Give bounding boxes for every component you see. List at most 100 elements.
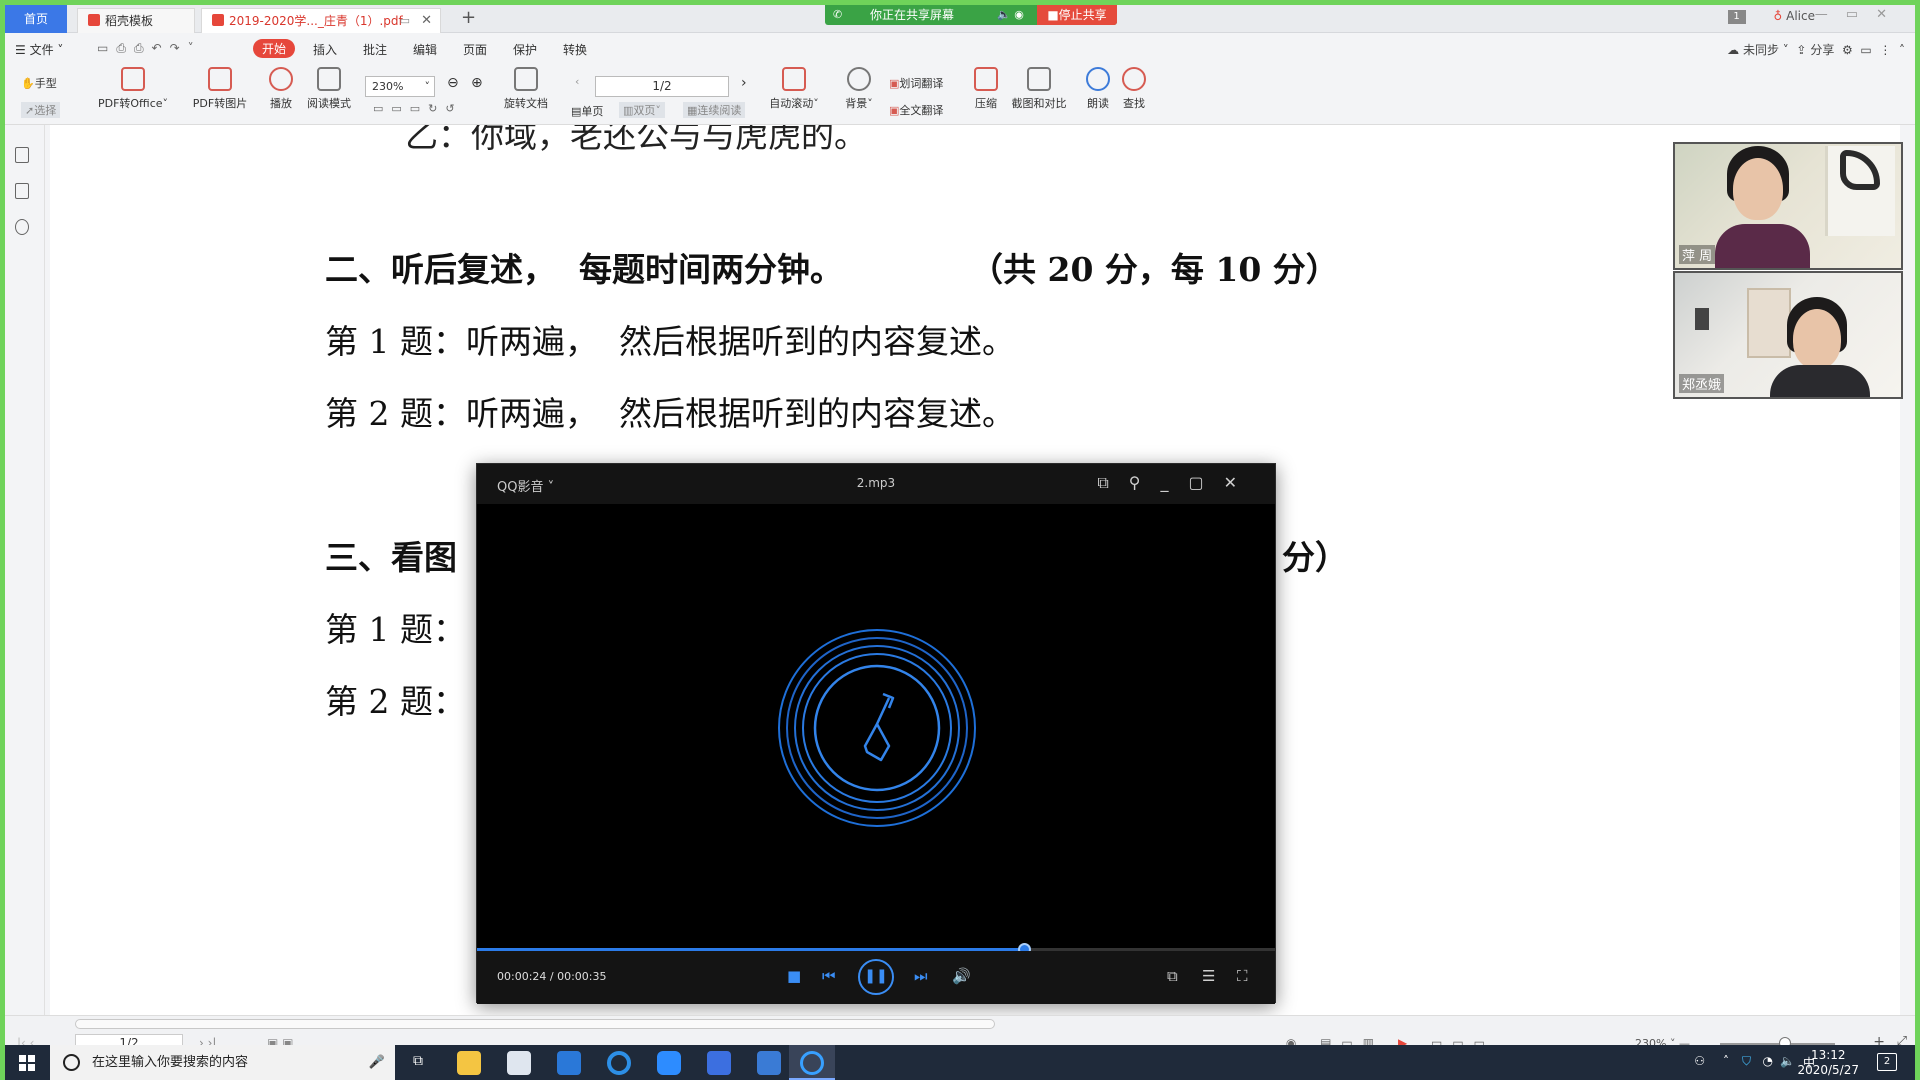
annotation-icon[interactable] [15,219,29,235]
taskbar-search-box[interactable]: 在这里输入你要搜索的内容 🎤 [50,1045,395,1080]
tray-expand-icon[interactable]: ˄ [1723,1054,1729,1068]
player-visualizer-area[interactable] [477,504,1275,908]
menu-file[interactable]: ☰ 文件 ˅ [15,41,63,58]
windows-start-icon[interactable] [19,1055,35,1071]
bookmark-icon[interactable] [15,147,29,163]
menu-protect[interactable]: 保护 [513,41,537,58]
tab-close-icon[interactable]: ✕ [421,9,432,33]
file-explorer-icon[interactable] [457,1051,481,1075]
continuous-read-button[interactable]: ▦连续阅读 [683,102,746,118]
tab-sync-icon[interactable]: ▭ [400,9,410,33]
page-number-input[interactable]: 1/2 [595,76,729,97]
system-clock[interactable]: 13:12 2020/5/27 [1797,1048,1859,1078]
horizontal-scrollbar[interactable] [75,1019,995,1029]
zoom-app-icon[interactable] [657,1051,681,1075]
volume-icon[interactable]: 🔊 [952,967,971,985]
single-page-button[interactable]: ▤单页 [571,103,603,119]
settings-sliders-icon[interactable]: ☰ [1202,967,1215,985]
background-button[interactable]: 背景˅ [839,67,879,111]
screenshot-compare-button[interactable]: 截图和对比 [1007,67,1071,111]
mini-mode-icon[interactable]: ⧉ [1097,473,1128,492]
store-icon[interactable] [507,1051,531,1075]
zoom-out-icon[interactable]: ⊖ [447,75,459,91]
photos-icon[interactable] [757,1051,781,1075]
pdf-to-image-button[interactable]: PDF转图片 [185,67,255,111]
screenshot-icon[interactable]: ⧉ [1167,967,1178,985]
mail-icon[interactable] [557,1051,581,1075]
screenshot-compare-label: 截图和对比 [1011,97,1067,110]
screen-share-bar: ✆ 你正在共享屏幕 🔈 ◉ ■停止共享 [825,5,1117,25]
qq-player-taskbar-button[interactable] [789,1045,835,1080]
wps-icon[interactable] [707,1051,731,1075]
word-translate-button[interactable]: ▣划词翻译 [889,75,943,91]
edge-icon[interactable] [607,1051,631,1075]
stop-icon[interactable]: ■ [787,967,801,985]
next-page-icon[interactable]: › [741,75,747,91]
zoom-select[interactable]: 230% ˅ [365,76,435,97]
play-button[interactable]: 播放 [261,67,301,111]
notification-center-icon[interactable]: 2 [1877,1053,1897,1071]
previous-track-icon[interactable]: ⏮ [822,967,836,985]
menu-start[interactable]: 开始 [253,39,296,58]
new-tab-button[interactable]: + [461,7,476,28]
menu-edit[interactable]: 编辑 [413,41,437,58]
player-minimize-icon[interactable]: _ [1160,473,1188,492]
cloud-sync-icon[interactable]: ☁ [1727,43,1739,57]
double-page-button[interactable]: ▥双页˅ [619,102,665,118]
fullscreen-icon[interactable]: ⛶ [1237,967,1248,985]
menu-page[interactable]: 页面 [463,41,487,58]
player-close-icon[interactable]: ✕ [1224,473,1257,492]
qq-player-window[interactable]: QQ影音 ˅ 2.mp3 ⧉⚲_▢✕ 00:00:24 / 00:00:35 ■… [476,463,1276,1004]
stop-share-button[interactable]: ■停止共享 [1037,5,1117,25]
tab-pdf-document[interactable]: 2019-2020学..._庄青（1）.pdf ▭ ✕ [201,8,441,33]
microphone-icon[interactable]: 🎤 [369,1045,385,1080]
restore-icon[interactable]: ▭ [1846,7,1876,22]
rotate-document-button[interactable]: 旋转文档 [499,67,553,111]
people-icon[interactable]: ⚇ [1694,1054,1705,1068]
collapse-ribbon-icon[interactable]: ˄ [1899,43,1905,57]
view-tools-icons[interactable]: ▭▭▭↻↺ [373,102,463,115]
minimize-icon[interactable]: — [1815,7,1846,22]
full-translate-button[interactable]: ▣全文翻译 [889,102,943,118]
zoom-in-icon[interactable]: ⊕ [471,75,483,91]
menu-insert[interactable]: 插入 [313,41,337,58]
find-button[interactable]: 查找 [1117,67,1151,111]
pause-button[interactable]: ❚❚ [858,959,894,995]
next-track-icon[interactable]: ⏭ [914,967,928,985]
wifi-icon[interactable]: ◔ [1763,1054,1773,1068]
compress-button[interactable]: 压缩 [969,67,1003,111]
select-tool[interactable]: ➚选择 [21,102,61,118]
player-maximize-icon[interactable]: ▢ [1188,473,1223,492]
read-mode-button[interactable]: 阅读模式 [303,67,355,111]
task-view-icon[interactable]: ⧉ [413,1053,423,1069]
close-window-icon[interactable]: ✕ [1876,7,1905,22]
participant-video-2[interactable]: 郑丞娥 [1673,271,1903,399]
tab-docer-templates[interactable]: 稻壳模板 [77,8,195,33]
more-icon[interactable]: ⋮ [1879,43,1891,57]
pin-icon[interactable]: ⚲ [1129,473,1161,492]
user-count-badge[interactable]: 1 [1727,10,1746,24]
quick-access-icons[interactable]: ▭⎙⎙↶↷˅ [97,41,202,56]
participant-video-1[interactable]: 萍 周 [1673,142,1903,270]
thumbnail-icon[interactable] [15,183,29,199]
player-titlebar[interactable]: QQ影音 ˅ 2.mp3 ⧉⚲_▢✕ [477,464,1275,504]
read-aloud-button[interactable]: 朗读 [1081,67,1115,111]
auto-scroll-button[interactable]: 自动滚动˅ [763,67,825,111]
hand-label: 手型 [34,77,57,90]
tab-home[interactable]: 首页 [5,5,67,33]
security-icon[interactable]: ⛉ [1742,1054,1751,1069]
prev-page-icon[interactable]: ‹ [575,75,579,88]
user-name[interactable]: Alice [1786,9,1815,23]
pdf-to-office-button[interactable]: PDF转Office˅ [91,67,175,111]
menu-convert[interactable]: 转换 [563,41,587,58]
settings-icon[interactable]: ⚙ [1842,43,1853,57]
share-icon[interactable]: ⇪ [1796,43,1806,57]
speaker-icon[interactable]: 🔈 [1780,1054,1795,1068]
hand-tool[interactable]: ✋手型 [21,75,57,91]
comment-icon[interactable]: ▭ [1860,43,1871,57]
share-audio-icon[interactable]: 🔈 ◉ [997,5,1024,25]
menu-annotate[interactable]: 批注 [363,41,387,58]
share-button[interactable]: 分享 [1810,43,1834,57]
user-avatar-icon[interactable]: ♁ [1774,9,1783,23]
sync-status[interactable]: 未同步 [1743,43,1779,57]
